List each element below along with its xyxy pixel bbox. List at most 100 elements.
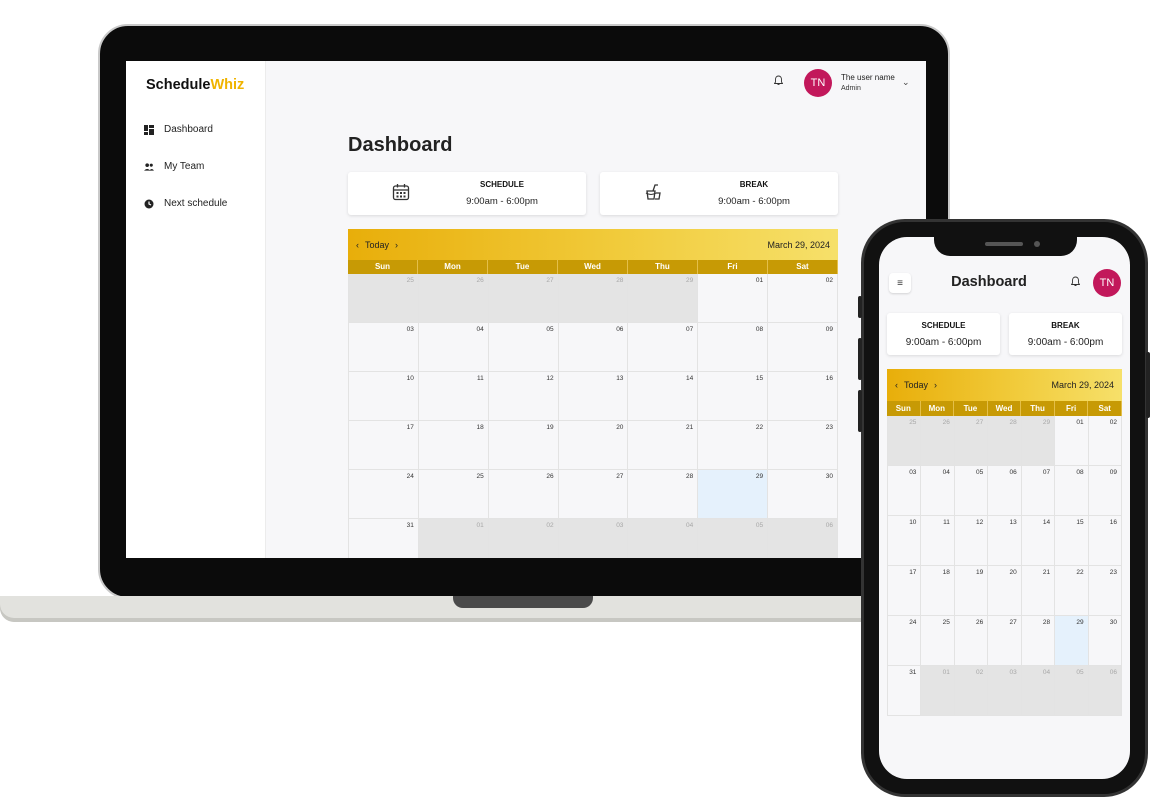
calendar-day[interactable]: 09	[768, 323, 838, 372]
calendar-day[interactable]: 26	[921, 416, 955, 466]
calendar-day[interactable]: 24	[349, 470, 419, 519]
sidebar-item-my-team[interactable]: My Team	[144, 161, 204, 172]
calendar-day[interactable]: 20	[558, 421, 629, 470]
chevron-left-icon[interactable]: ‹	[895, 380, 898, 390]
calendar-day[interactable]: 29	[1021, 416, 1056, 466]
avatar[interactable]: TN	[804, 69, 832, 97]
calendar-day[interactable]: 17	[349, 421, 419, 470]
calendar-day[interactable]: 08	[698, 323, 769, 372]
calendar-day[interactable]: 10	[888, 516, 922, 566]
calendar-day[interactable]: 11	[418, 372, 489, 421]
calendar-day[interactable]: 18	[418, 421, 489, 470]
calendar-day[interactable]: 04	[1021, 666, 1056, 716]
calendar-day[interactable]: 02	[1088, 416, 1122, 466]
calendar-day[interactable]: 28	[558, 274, 629, 323]
calendar-day[interactable]: 01	[698, 274, 769, 323]
calendar-day[interactable]: 27	[988, 616, 1022, 666]
bell-icon[interactable]	[1070, 276, 1081, 290]
calendar-day[interactable]: 04	[921, 466, 955, 516]
sidebar-item-next-schedule[interactable]: Next schedule	[144, 198, 227, 209]
chevron-right-icon[interactable]: ›	[934, 380, 937, 390]
calendar-day-today[interactable]: 29	[698, 470, 769, 519]
calendar-day[interactable]: 05	[488, 323, 559, 372]
calendar-day[interactable]: 23	[1088, 566, 1122, 616]
calendar-day[interactable]: 25	[418, 470, 489, 519]
calendar-day[interactable]: 31	[349, 519, 419, 558]
calendar-day[interactable]: 01	[1055, 416, 1089, 466]
calendar-day[interactable]: 03	[558, 519, 629, 558]
calendar-day[interactable]: 02	[768, 274, 838, 323]
calendar-day[interactable]: 06	[768, 519, 838, 558]
chevron-left-icon[interactable]: ‹	[356, 240, 359, 250]
calendar-day[interactable]: 27	[954, 416, 989, 466]
calendar-day[interactable]: 26	[418, 274, 489, 323]
calendar-day[interactable]: 22	[698, 421, 769, 470]
calendar-day[interactable]: 01	[921, 666, 955, 716]
calendar-day[interactable]: 17	[888, 566, 922, 616]
bell-icon[interactable]	[773, 75, 784, 89]
calendar-day[interactable]: 08	[1055, 466, 1089, 516]
app-logo[interactable]: ScheduleWhiz	[146, 77, 244, 93]
calendar-day[interactable]: 10	[349, 372, 419, 421]
calendar-day[interactable]: 14	[628, 372, 699, 421]
calendar-day-today[interactable]: 29	[1055, 616, 1089, 666]
calendar-day[interactable]: 30	[1088, 616, 1122, 666]
calendar-day[interactable]: 04	[418, 323, 489, 372]
calendar-day[interactable]: 05	[954, 466, 989, 516]
avatar[interactable]: TN	[1093, 269, 1121, 297]
calendar-day[interactable]: 16	[768, 372, 838, 421]
calendar-day[interactable]: 26	[488, 470, 559, 519]
calendar-day[interactable]: 13	[988, 516, 1022, 566]
calendar-day[interactable]: 25	[921, 616, 955, 666]
calendar-day[interactable]: 19	[954, 566, 989, 616]
calendar-day[interactable]: 27	[558, 470, 629, 519]
calendar-day[interactable]: 28	[628, 470, 699, 519]
calendar-day[interactable]: 15	[698, 372, 769, 421]
calendar-day[interactable]: 05	[1055, 666, 1089, 716]
calendar-day[interactable]: 09	[1088, 466, 1122, 516]
calendar-day[interactable]: 28	[988, 416, 1022, 466]
calendar-day[interactable]: 28	[1021, 616, 1056, 666]
calendar-day[interactable]: 03	[349, 323, 419, 372]
calendar-day[interactable]: 20	[988, 566, 1022, 616]
calendar-day[interactable]: 21	[1021, 566, 1056, 616]
calendar-day[interactable]: 18	[921, 566, 955, 616]
calendar-day[interactable]: 16	[1088, 516, 1122, 566]
calendar-day[interactable]: 31	[888, 666, 922, 716]
calendar-day[interactable]: 13	[558, 372, 629, 421]
calendar-day[interactable]: 02	[954, 666, 989, 716]
calendar-day[interactable]: 27	[488, 274, 559, 323]
calendar-day[interactable]: 01	[418, 519, 489, 558]
calendar-day[interactable]: 04	[628, 519, 699, 558]
calendar-day[interactable]: 06	[1088, 666, 1122, 716]
calendar-day[interactable]: 29	[628, 274, 699, 323]
calendar-day[interactable]: 15	[1055, 516, 1089, 566]
calendar-day[interactable]: 21	[628, 421, 699, 470]
calendar-day[interactable]: 25	[349, 274, 419, 323]
sidebar-item-dashboard[interactable]: Dashboard	[144, 124, 213, 135]
calendar-day[interactable]: 02	[488, 519, 559, 558]
calendar-day[interactable]: 07	[1021, 466, 1056, 516]
calendar-day[interactable]: 26	[954, 616, 989, 666]
calendar-day[interactable]: 14	[1021, 516, 1056, 566]
chevron-right-icon[interactable]: ›	[395, 240, 398, 250]
calendar-day[interactable]: 19	[488, 421, 559, 470]
calendar-day[interactable]: 07	[628, 323, 699, 372]
calendar-day[interactable]: 24	[888, 616, 922, 666]
calendar-day[interactable]: 25	[888, 416, 922, 466]
calendar-day[interactable]: 22	[1055, 566, 1089, 616]
calendar-day[interactable]: 05	[698, 519, 769, 558]
today-button[interactable]: Today	[365, 240, 389, 250]
calendar-day[interactable]: 30	[768, 470, 838, 519]
calendar-day[interactable]: 12	[488, 372, 559, 421]
calendar-day[interactable]: 06	[988, 466, 1022, 516]
calendar-day[interactable]: 06	[558, 323, 629, 372]
calendar-day[interactable]: 23	[768, 421, 838, 470]
calendar-day[interactable]: 11	[921, 516, 955, 566]
today-button[interactable]: Today	[904, 380, 928, 390]
user-info[interactable]: The user name Admin	[841, 72, 895, 94]
calendar-day[interactable]: 03	[888, 466, 922, 516]
calendar-day[interactable]: 03	[988, 666, 1022, 716]
calendar-day[interactable]: 12	[954, 516, 989, 566]
chevron-down-icon[interactable]: ⌄	[902, 77, 910, 88]
